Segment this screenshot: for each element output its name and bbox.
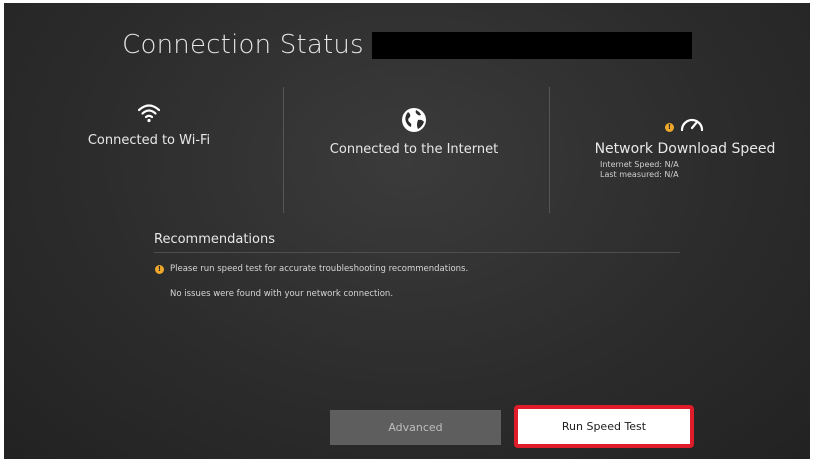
recommendation-text: No issues were found with your network c…: [170, 289, 394, 299]
speedometer-icon: [679, 115, 705, 133]
recommendations-divider: [154, 252, 680, 253]
wifi-status: Connected to Wi-Fi: [64, 103, 234, 213]
wifi-icon: [138, 103, 160, 123]
run-speed-test-button[interactable]: Run Speed Test: [556, 419, 652, 434]
recommendation-item: No issues were found with your network c…: [170, 289, 393, 299]
recommendation-item: ! Please run speed test for accurate tro…: [155, 264, 468, 274]
recommendations-title: Recommendations: [154, 232, 276, 247]
internet-status: Connected to the Internet: [314, 107, 514, 217]
wifi-status-label: Connected to Wi-Fi: [87, 133, 211, 148]
connection-status-screen: Connection Status Connected to Wi-Fi Con: [4, 3, 810, 459]
advanced-button[interactable]: Advanced: [330, 410, 501, 445]
recommendation-text: Please run speed test for accurate troub…: [170, 264, 469, 274]
column-divider: [549, 87, 550, 213]
download-speed-label: Network Download Speed: [594, 141, 776, 157]
header: Connection Status: [4, 25, 810, 65]
speed-icon-group: !: [665, 115, 705, 133]
warning-icon: !: [665, 122, 674, 132]
internet-status-label: Connected to the Internet: [329, 142, 499, 157]
page-title: Connection Status: [122, 30, 364, 60]
column-divider: [283, 87, 284, 213]
warning-icon: !: [155, 264, 164, 274]
run-speed-test-highlight: Run Speed Test: [514, 405, 694, 448]
globe-icon: [401, 107, 427, 133]
speed-details: Internet Speed: N/A Last measured: N/A: [600, 160, 679, 180]
last-measured-value: Last measured: N/A: [600, 170, 679, 179]
internet-speed-value: Internet Speed: N/A: [600, 160, 679, 169]
redacted-network-name: [371, 31, 692, 59]
download-speed-status: ! Network Download Speed Internet Speed:…: [580, 115, 790, 225]
